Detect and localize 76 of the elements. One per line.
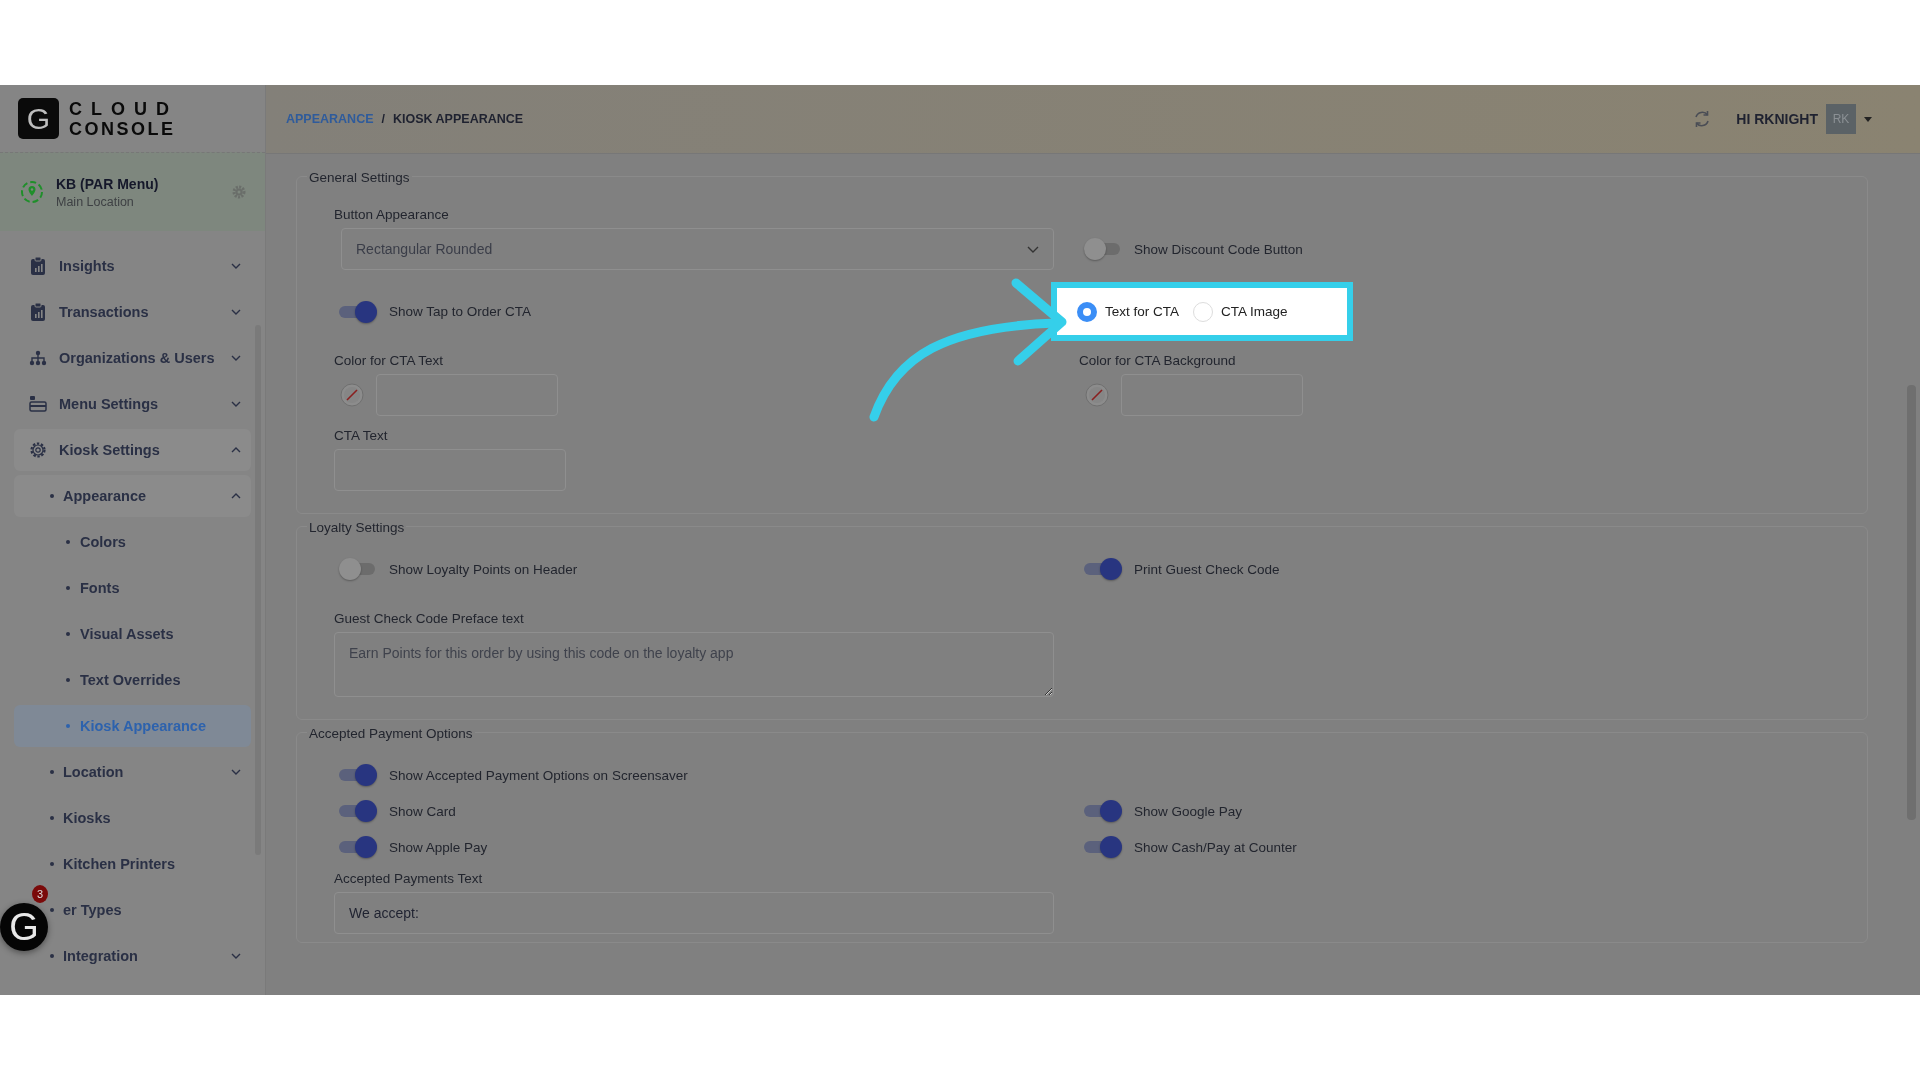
section-title: General Settings bbox=[307, 170, 412, 185]
no-color-icon[interactable] bbox=[1085, 383, 1109, 407]
notification-badge: 3 bbox=[32, 885, 48, 903]
toggle-label: Show Apple Pay bbox=[389, 839, 488, 855]
chevron-up-icon bbox=[231, 493, 241, 499]
toggle-label: Show Card bbox=[389, 803, 456, 819]
no-color-icon[interactable] bbox=[340, 383, 364, 407]
nav-item[interactable]: er Types bbox=[50, 902, 122, 918]
nav-item[interactable]: Insights bbox=[14, 245, 251, 287]
toggle-label: Show Tap to Order CTA bbox=[389, 304, 532, 319]
breadcrumb-current: KIOSK APPEARANCE bbox=[393, 112, 524, 126]
toggle-label: Print Guest Check Code bbox=[1134, 561, 1280, 577]
toggle-switch[interactable] bbox=[339, 300, 377, 323]
card-icon bbox=[29, 396, 47, 412]
toggle-switch[interactable] bbox=[1084, 800, 1122, 822]
chevron-down-icon bbox=[231, 401, 241, 407]
chevron-down-icon bbox=[231, 355, 241, 361]
section-title: Loyalty Settings bbox=[307, 520, 407, 535]
radio-option[interactable]: CTA Image bbox=[1193, 301, 1288, 322]
field-label: Color for CTA Background bbox=[1079, 353, 1237, 368]
gear-icon bbox=[29, 441, 47, 459]
field-label: Accepted Payments Text bbox=[334, 871, 484, 886]
toggle-switch[interactable] bbox=[339, 836, 377, 858]
clipboard-chart-icon bbox=[29, 303, 47, 321]
location-subtitle: Main Location bbox=[56, 194, 135, 209]
logo-mark: G bbox=[18, 98, 59, 139]
nav-item[interactable]: Text Overrides bbox=[14, 659, 251, 701]
toggle-switch[interactable] bbox=[1084, 238, 1122, 260]
nav-item[interactable]: Colors bbox=[14, 521, 251, 563]
toggle-label: Show Loyalty Points on Header bbox=[389, 561, 578, 577]
settings-icon[interactable] bbox=[231, 184, 247, 200]
toggle-switch[interactable] bbox=[339, 764, 377, 786]
select-field[interactable]: Rectangular Rounded bbox=[341, 228, 1054, 270]
radio-option[interactable]: Text for CTA bbox=[1077, 301, 1179, 322]
nav-item[interactable]: Visual Assets bbox=[14, 613, 251, 655]
caret-down-icon[interactable] bbox=[1864, 116, 1872, 122]
toggle-switch[interactable] bbox=[1084, 836, 1122, 858]
logo-text: CLOUD bbox=[69, 98, 178, 119]
clipboard-chart-icon bbox=[29, 257, 47, 275]
hierarchy-icon bbox=[29, 350, 47, 366]
nav-item[interactable]: Integration bbox=[50, 948, 138, 964]
nav-item[interactable]: Appearance bbox=[14, 475, 251, 517]
field-label: Button Appearance bbox=[334, 207, 450, 222]
breadcrumb-separator: / bbox=[381, 112, 385, 126]
toggle-switch[interactable] bbox=[339, 800, 377, 822]
toggle-switch[interactable] bbox=[339, 558, 377, 580]
location-pin-icon bbox=[20, 180, 44, 204]
section-title: Accepted Payment Options bbox=[307, 726, 475, 741]
nav-item[interactable]: Kiosk Settings bbox=[14, 429, 251, 471]
nav-item[interactable]: Location bbox=[50, 764, 124, 780]
chevron-down-icon bbox=[1027, 245, 1039, 253]
nav-item[interactable]: Transactions bbox=[14, 291, 251, 333]
input-field[interactable]: We accept: bbox=[334, 892, 1054, 934]
toggle-label: Show Google Pay bbox=[1134, 803, 1243, 819]
chevron-down-icon bbox=[231, 263, 241, 269]
chevron-up-icon bbox=[231, 447, 241, 453]
chat-button[interactable]: G bbox=[0, 903, 48, 951]
toggle-label: Show Cash/Pay at Counter bbox=[1134, 839, 1297, 855]
field-label: Color for CTA Text bbox=[334, 353, 445, 368]
field-label: CTA Text bbox=[334, 428, 389, 443]
nav-item[interactable]: Kitchen Printers bbox=[50, 856, 175, 872]
toggle-label: Show Accepted Payment Options on Screensaver bbox=[389, 767, 688, 783]
field-label: Guest Check Code Preface text bbox=[334, 611, 525, 626]
toggle-switch[interactable] bbox=[1084, 558, 1122, 580]
nav-item[interactable]: Fonts bbox=[14, 567, 251, 609]
nav-item[interactable]: Kiosks bbox=[50, 810, 111, 826]
location-name: KB (PAR Menu) bbox=[56, 175, 160, 192]
nav-item[interactable]: Menu Settings bbox=[14, 383, 251, 425]
chevron-down-icon bbox=[231, 953, 241, 959]
textarea-field[interactable]: Earn Points for this order by using this code on the loyalty app bbox=[334, 632, 1054, 697]
user-greeting: HI RKNIGHT bbox=[1736, 111, 1818, 127]
nav-item[interactable]: Organizations & Users bbox=[14, 337, 251, 379]
chevron-down-icon bbox=[231, 769, 241, 775]
chevron-down-icon bbox=[231, 309, 241, 315]
logo-text: CONSOLE bbox=[69, 118, 177, 139]
toggle-label: Show Discount Code Button bbox=[1134, 241, 1303, 257]
